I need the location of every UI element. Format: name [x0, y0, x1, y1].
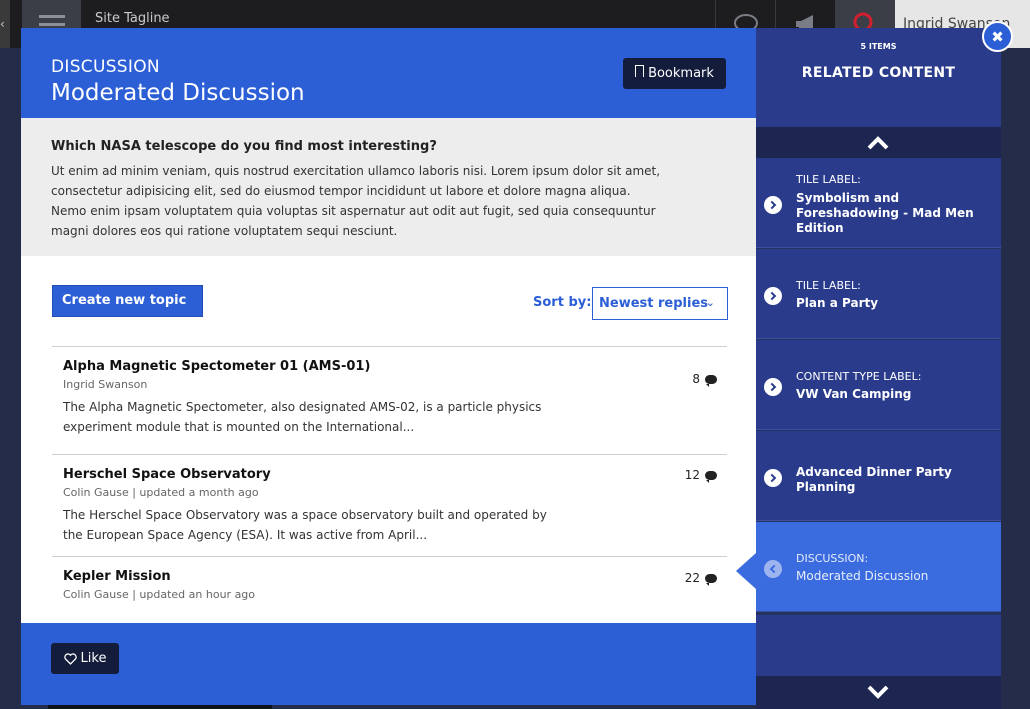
reply-count: 22	[684, 571, 717, 586]
related-item-label: DISCUSSION:	[796, 552, 869, 565]
related-count: 5 ITEMS	[860, 42, 897, 51]
chevron-right-icon	[764, 196, 782, 214]
modal-title: Moderated Discussion	[51, 80, 305, 106]
chevron-down-icon	[867, 685, 889, 699]
related-item-text: Plan a Party	[796, 296, 879, 310]
topics-toolbar: Create new topic Sort by: Newest replies…	[21, 256, 756, 346]
topic-description: The Alpha Magnetic Spectometer, also des…	[63, 400, 542, 434]
topic-meta: Ingrid Swanson	[63, 378, 148, 391]
reply-count-value: 8	[692, 372, 700, 386]
topic-meta: Colin Gause | updated an hour ago	[63, 588, 256, 601]
left-edge-arrow-icon[interactable]: ‹	[0, 0, 10, 48]
chevron-up-icon	[867, 136, 889, 150]
discussion-modal: DISCUSSION Moderated Discussion Bookmark…	[21, 28, 756, 705]
related-item[interactable]: TILE LABEL: Symbolism and Foreshadowing …	[756, 158, 1001, 248]
modal-kicker: DISCUSSION	[51, 57, 160, 77]
modal-header: DISCUSSION Moderated Discussion Bookmark	[21, 28, 756, 118]
reply-count: 8	[692, 372, 717, 387]
related-item-text: Symbolism and Foreshadowing - Mad Men Ed…	[796, 191, 974, 235]
chevron-right-icon	[764, 469, 782, 487]
related-item-text: Moderated Discussion	[796, 569, 929, 583]
like-button[interactable]: Like	[51, 643, 119, 674]
bookmark-label: Bookmark	[648, 66, 714, 81]
comments-icon	[705, 573, 717, 586]
bookmark-button[interactable]: Bookmark	[623, 58, 726, 89]
reply-count-value: 22	[684, 571, 700, 585]
topic-description: The Herschel Space Observatory was a spa…	[63, 508, 547, 542]
scroll-up-button[interactable]	[756, 127, 1001, 158]
comments-icon	[705, 374, 717, 387]
sort-value: Newest replies	[599, 296, 709, 311]
reply-count: 12	[684, 468, 717, 483]
modal-footer: Like	[21, 623, 756, 705]
related-item[interactable]: Advanced Dinner Party Planning	[756, 431, 1001, 521]
related-empty-slot	[756, 615, 1001, 676]
sort-select[interactable]: Newest replies ⌄	[592, 287, 728, 320]
bookmark-icon	[635, 64, 645, 77]
related-content-panel: 5 ITEMS RELATED CONTENT TILE LABEL: Symb…	[736, 28, 1001, 709]
related-item-text: VW Van Camping	[796, 387, 912, 401]
topic-row[interactable]: Alpha Magnetic Spectometer 01 (AMS-01) I…	[52, 346, 727, 454]
related-title: RELATED CONTENT	[801, 65, 956, 81]
topic-title[interactable]: Kepler Mission	[63, 569, 716, 584]
discussion-description: Ut enim ad minim veniam, quis nostrud ex…	[51, 164, 661, 238]
like-label: Like	[80, 651, 107, 666]
active-pointer	[736, 553, 756, 589]
related-item-active[interactable]: DISCUSSION: Moderated Discussion	[756, 522, 1001, 612]
create-topic-button[interactable]: Create new topic	[52, 285, 203, 317]
topic-meta: Colin Gause | updated a month ago	[63, 486, 259, 499]
related-item-label: CONTENT TYPE LABEL:	[796, 370, 922, 383]
topic-row[interactable]: Herschel Space Observatory Colin Gause |…	[52, 454, 727, 556]
topic-title[interactable]: Alpha Magnetic Spectometer 01 (AMS-01)	[63, 359, 716, 374]
topic-list: Alpha Magnetic Spectometer 01 (AMS-01) I…	[52, 346, 727, 636]
related-item-label: TILE LABEL:	[796, 173, 861, 186]
related-item[interactable]: CONTENT TYPE LABEL: VW Van Camping	[756, 340, 1001, 430]
related-item[interactable]: TILE LABEL: Plan a Party	[756, 249, 1001, 339]
chevron-left-icon	[764, 560, 782, 578]
heart-icon	[63, 652, 77, 665]
discussion-intro: Which NASA telescope do you find most in…	[21, 118, 756, 256]
related-header: 5 ITEMS RELATED CONTENT	[756, 28, 1001, 127]
related-item-text: Advanced Dinner Party Planning	[796, 465, 952, 494]
chevron-right-icon	[764, 378, 782, 396]
related-item-label: TILE LABEL:	[796, 279, 861, 292]
sort-label: Sort by:	[533, 295, 592, 310]
site-tagline: Site Tagline	[95, 11, 170, 26]
discussion-question: Which NASA telescope do you find most in…	[51, 139, 437, 154]
chevron-down-icon: ⌄	[705, 296, 715, 309]
comments-icon	[705, 470, 717, 483]
scroll-down-button[interactable]	[756, 676, 1001, 709]
reply-count-value: 12	[684, 468, 700, 482]
close-icon[interactable]: ✖	[982, 21, 1013, 52]
topic-title[interactable]: Herschel Space Observatory	[63, 467, 716, 482]
chevron-right-icon	[764, 287, 782, 305]
